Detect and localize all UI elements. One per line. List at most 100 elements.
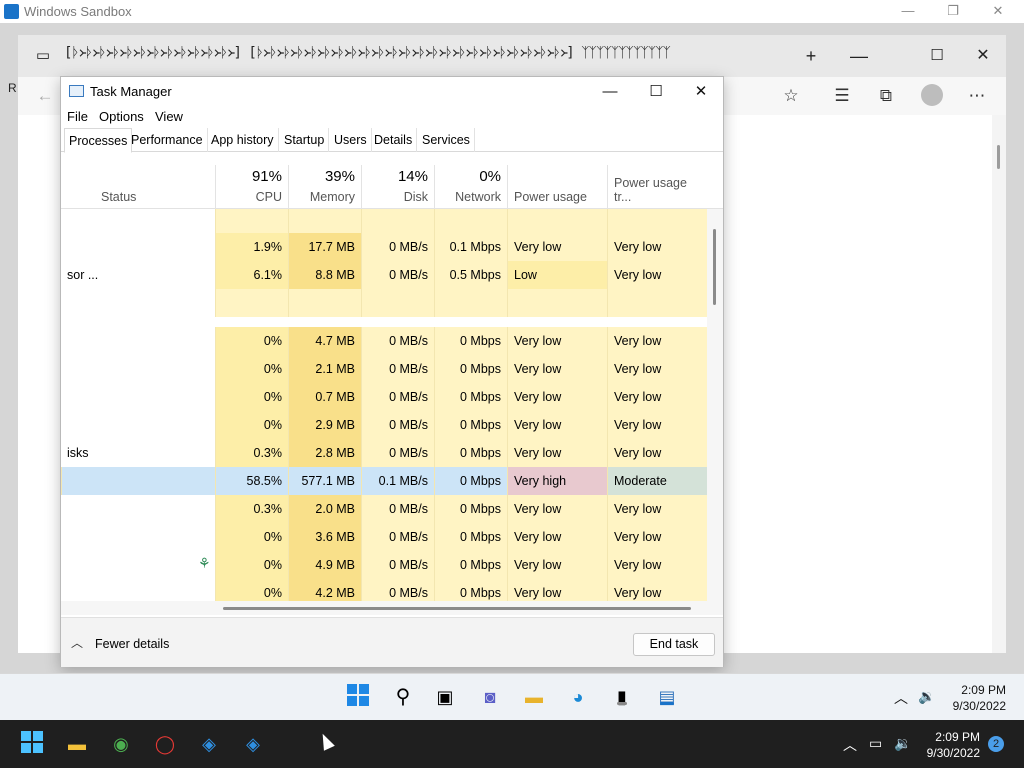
task-manager-icon	[69, 85, 84, 97]
chevron-up-icon[interactable]: ︿	[71, 634, 83, 651]
cell-status	[61, 327, 215, 355]
menu-options[interactable]: Options	[99, 109, 144, 124]
chat-icon[interactable]: ◙	[477, 684, 503, 710]
collections-icon[interactable]: ⧉	[873, 83, 899, 109]
cell-memory	[288, 209, 361, 233]
sandbox-title: Windows Sandbox	[24, 4, 132, 19]
edge-maximize-button[interactable]: ☐	[924, 43, 950, 69]
sandbox-taskbar: ⚲ ▣ ◙ ▬ ◕ ▮ ▤ ︿ 🔉 2:09 PM 9/30/2022	[0, 673, 1024, 720]
edge-close-button[interactable]: ✕	[970, 43, 996, 69]
sandbox-active-taskbar-icon[interactable]: ◈	[240, 731, 266, 757]
col-power-usage-trend[interactable]: Power usage tr...	[607, 165, 707, 209]
sandbox-taskbar-icon[interactable]: ◈	[196, 731, 222, 757]
search-icon[interactable]: ⚲	[390, 684, 416, 710]
tab-startup[interactable]: Startup	[280, 128, 330, 152]
edge-tabbar: ▭ [ᚦ᚛ᚦ᚛ᚦ᚛ᚦ᚛ᚦ᚛ᚦ᚛ᚦ᚛ᚦ᚛ᚦ᚛ᚦ᚛ᚦ᚛ᚦ᚛] [ᚦ᚛ᚦ᚛ᚦ᚛ᚦ᚛ᚦ᚛…	[18, 35, 1006, 77]
table-row[interactable]: 0% 2.9 MB 0 MB/s 0 Mbps Very low Very low	[61, 411, 707, 439]
table-row[interactable]: 1.9% 17.7 MB 0 MB/s 0.1 Mbps Very low Very lo…	[61, 233, 707, 261]
cell-memory: 4.2 MB	[288, 579, 361, 601]
cell-trend: Very low	[607, 495, 707, 523]
col-disk[interactable]: 14% Disk	[361, 165, 434, 209]
cell-trend: Very low	[607, 261, 707, 289]
cell-trend: Very low	[607, 579, 707, 601]
host-show-hidden-icons-icon[interactable]: ︿	[843, 735, 857, 755]
table-row[interactable]: 0% 4.9 MB 0 MB/s 0 Mbps Very low Very low ⚘	[61, 551, 707, 579]
edge-tab-strip[interactable]: [ᚦ᚛ᚦ᚛ᚦ᚛ᚦ᚛ᚦ᚛ᚦ᚛ᚦ᚛ᚦ᚛ᚦ᚛ᚦ᚛ᚦ᚛ᚦ᚛] [ᚦ᚛ᚦ᚛ᚦ᚛ᚦ᚛ᚦ᚛ᚦ᚛…	[64, 45, 784, 69]
network-icon[interactable]: ▭	[869, 735, 882, 752]
show-hidden-icons-icon[interactable]: ︿	[894, 688, 908, 708]
col-network[interactable]: 0% Network	[434, 165, 507, 209]
cell-status	[61, 411, 215, 439]
tab-actions-icon[interactable]: ▭	[30, 43, 56, 69]
process-horizontal-scrollbar[interactable]	[61, 601, 723, 615]
table-row[interactable]: 0% 4.2 MB 0 MB/s 0 Mbps Very low Very low	[61, 579, 707, 601]
chrome-icon[interactable]: ◉	[108, 731, 134, 757]
sandbox-clock[interactable]: 2:09 PM 9/30/2022	[953, 682, 1006, 714]
cell-trend: Very low	[607, 327, 707, 355]
volume-icon[interactable]: 🔉	[918, 688, 935, 705]
edge-page-scrollbar[interactable]	[992, 115, 1006, 653]
cell-cpu	[215, 209, 288, 233]
table-row[interactable]: 0% 0.7 MB 0 MB/s 0 Mbps Very low Very low	[61, 383, 707, 411]
table-row[interactable]: 58.5% 577.1 MB 0.1 MB/s 0 Mbps Very high Mode…	[61, 467, 707, 495]
end-task-button[interactable]: End task	[633, 633, 715, 656]
cell-memory: 4.7 MB	[288, 327, 361, 355]
fewer-details-link[interactable]: Fewer details	[95, 637, 169, 651]
table-row[interactable]	[61, 289, 707, 317]
new-tab-button[interactable]: +	[798, 43, 824, 69]
process-vertical-scrollbar[interactable]	[707, 209, 723, 601]
sandbox-minimize-button[interactable]: —	[898, 2, 918, 20]
table-row[interactable]: 0% 2.1 MB 0 MB/s 0 Mbps Very low Very low	[61, 355, 707, 383]
menu-view[interactable]: View	[155, 109, 183, 124]
menu-file[interactable]: File	[67, 109, 88, 124]
opera-icon[interactable]: ◯	[152, 731, 178, 757]
tm-maximize-button[interactable]: ☐	[643, 81, 669, 103]
tab-processes[interactable]: Processes	[64, 128, 133, 153]
table-row[interactable]: 0% 4.7 MB 0 MB/s 0 Mbps Very low Very low	[61, 327, 707, 355]
table-row[interactable]: sor ... 6.1% 8.8 MB 0 MB/s 0.5 Mbps Low Very l…	[61, 261, 707, 289]
tab-details[interactable]: Details	[370, 128, 418, 152]
sandbox-close-button[interactable]: ✕	[988, 2, 1008, 20]
start-icon[interactable]	[345, 684, 371, 710]
host-volume-icon[interactable]: 🔉	[894, 735, 911, 752]
cell-disk: 0 MB/s	[361, 495, 434, 523]
terminal-icon[interactable]: ▮	[609, 684, 635, 710]
tab-users[interactable]: Users	[330, 128, 372, 152]
task-view-icon[interactable]: ▣	[432, 684, 458, 710]
host-file-explorer-icon[interactable]: ▬	[64, 731, 90, 757]
favorites-icon[interactable]: ☰	[829, 83, 855, 109]
cell-network: 0.5 Mbps	[434, 261, 507, 289]
col-status[interactable]: Status	[95, 165, 215, 209]
more-options-icon[interactable]: ⋯	[964, 83, 990, 109]
tab-performance[interactable]: Performance	[127, 128, 208, 152]
tm-close-button[interactable]: ✕	[688, 81, 714, 103]
add-favorite-icon[interactable]: ☆	[778, 83, 804, 109]
task-manager-taskbar-icon[interactable]: ▤	[654, 684, 680, 710]
host-clock[interactable]: 2:09 PM 9/30/2022	[927, 729, 980, 761]
cell-network: 0 Mbps	[434, 327, 507, 355]
cell-trend: Very low	[607, 523, 707, 551]
table-row[interactable]: isks 0.3% 2.8 MB 0 MB/s 0 Mbps Very low Very l…	[61, 439, 707, 467]
table-row[interactable]: 0.3% 2.0 MB 0 MB/s 0 Mbps Very low Very low	[61, 495, 707, 523]
tm-minimize-button[interactable]: —	[597, 81, 623, 103]
col-memory[interactable]: 39% Memory	[288, 165, 361, 209]
profile-avatar[interactable]	[921, 84, 943, 106]
cell-network	[434, 209, 507, 233]
edge-minimize-button[interactable]: —	[846, 43, 872, 69]
cell-network: 0 Mbps	[434, 411, 507, 439]
cell-cpu: 0%	[215, 523, 288, 551]
table-row[interactable]: 0% 3.6 MB 0 MB/s 0 Mbps Very low Very low	[61, 523, 707, 551]
sandbox-restore-button[interactable]: ❐	[943, 2, 963, 20]
cell-memory: 2.1 MB	[288, 355, 361, 383]
file-explorer-icon[interactable]: ▬	[521, 684, 547, 710]
tab-app-history[interactable]: App history	[207, 128, 279, 152]
back-arrow-icon[interactable]: ←	[32, 83, 58, 109]
col-power-usage[interactable]: Power usage	[507, 165, 607, 209]
table-row[interactable]	[61, 209, 707, 233]
edge-icon[interactable]: ◕	[565, 684, 591, 710]
cell-disk: 0 MB/s	[361, 523, 434, 551]
col-cpu[interactable]: 91% CPU	[215, 165, 288, 209]
host-start-icon[interactable]	[19, 731, 45, 757]
notification-badge[interactable]: 2	[988, 736, 1004, 752]
tab-services[interactable]: Services	[418, 128, 475, 152]
